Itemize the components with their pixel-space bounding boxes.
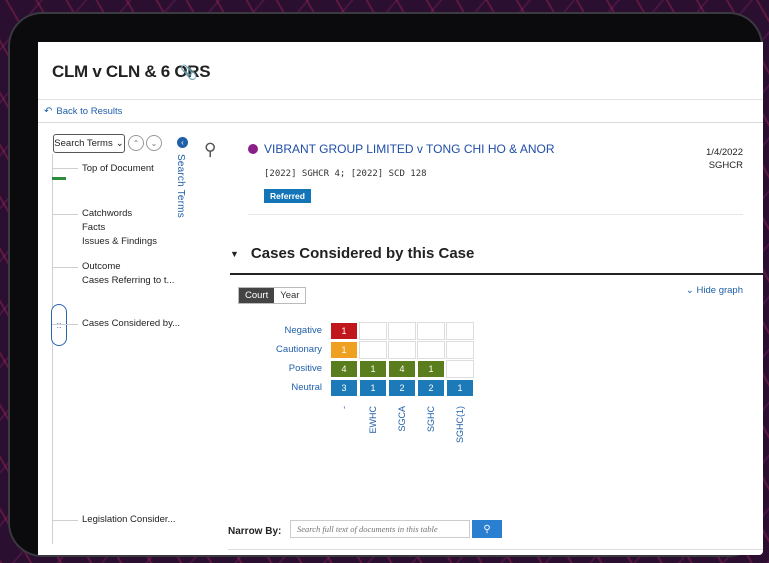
column-label: SGCA [397,406,407,432]
caret-down-icon: ▼ [230,249,239,260]
divider [38,99,763,100]
row-label-positive: Positive [288,363,322,374]
graph-cell [417,341,445,359]
toggle-year[interactable]: Year [274,288,305,303]
column-label: - [339,406,349,409]
column-label: SGHC(1) [455,406,465,444]
previous-term-icon[interactable]: ⌃ [128,135,144,151]
chevron-down-icon: ⌄ [685,285,694,296]
graph-cell[interactable]: 4 [330,360,358,378]
next-term-icon[interactable]: ⌄ [146,135,162,151]
case-court: SGHCR [708,160,743,171]
case-date-value: 1/4/2022 [706,147,743,158]
collapse-panel-icon[interactable]: ‹ [177,137,188,148]
narrow-by-label: Narrow By: [228,526,282,537]
case-title-link[interactable]: VIBRANT GROUP LIMITED v TONG CHI HO & AN… [264,142,555,156]
current-position-marker [52,177,66,180]
outline-item-catchwords[interactable]: Catchwords [82,208,132,219]
outline-item-cases-referring[interactable]: Cases Referring to t... [82,275,174,286]
graph-cell[interactable]: 1 [417,360,445,378]
outline-scroll-handle[interactable]: :: [51,304,67,346]
divider [38,122,763,123]
outline-item-top-of-document[interactable]: Top of Document [82,163,154,174]
graph-cell [359,341,387,359]
graph-cell [417,322,445,340]
case-status-icon [248,144,258,154]
section-divider [230,273,763,275]
narrow-search-button[interactable]: ⚲ [472,520,502,538]
tablet-frame: CLM v CLN & 6 ORS 📎 ↶ Back to Results Sea… [8,12,763,557]
hide-graph-label: Hide graph [696,285,743,296]
graph-cell [388,341,416,359]
search-terms-label: Search Terms [54,138,113,149]
outline-item-facts[interactable]: Facts [82,222,105,233]
section-heading[interactable]: ▼ Cases Considered by this Case [230,245,474,262]
narrow-search-input[interactable] [290,520,470,538]
outline-tick [52,168,78,169]
search-terms-dropdown[interactable]: Search Terms ⌄ [53,134,125,153]
app-screen: CLM v CLN & 6 ORS 📎 ↶ Back to Results Sea… [38,42,763,555]
graph-cell[interactable]: 1 [359,360,387,378]
graph-mode-toggle: Court Year [238,287,307,304]
outline-tick [52,214,78,215]
hide-graph-link[interactable]: ⌄ Hide graph [686,285,743,296]
outline-tick [52,520,78,521]
graph-cell[interactable]: 1 [359,379,387,397]
back-label: Back to Results [56,106,123,117]
graph-cell[interactable]: 2 [417,379,445,397]
case-date: 1/4/2022 SGHCR [706,146,743,172]
row-label-cautionary: Cautionary [276,344,322,355]
graph-cell[interactable]: 4 [388,360,416,378]
outline-track [52,154,53,544]
graph-cell[interactable]: 2 [388,379,416,397]
graph-cell[interactable]: 1 [330,341,358,359]
search-icon: ⚲ [483,523,491,535]
outline-item-issues-findings[interactable]: Issues & Findings [82,236,157,247]
divider [248,214,743,215]
outline-item-cases-considered[interactable]: Cases Considered by... [82,318,180,329]
case-citation: [2022] SGHCR 4; [2022] SCD 128 [264,169,427,179]
row-label-neutral: Neutral [291,382,322,393]
graph-cell [446,360,474,378]
outline-item-outcome[interactable]: Outcome [82,261,121,272]
outline-tick [52,267,78,268]
search-terms-tab[interactable]: Search Terms [175,154,186,218]
chevron-down-icon: ⌄ [115,138,124,149]
paperclip-icon[interactable]: 📎 [180,64,197,81]
column-label: SGHC [426,406,436,433]
row-label-negative: Negative [284,325,323,336]
column-label: EWHC [368,406,378,434]
divider [228,549,763,550]
graph-cell[interactable]: 1 [446,379,474,397]
back-to-results-link[interactable]: ↶ Back to Results [44,106,122,117]
status-badge: Referred [264,189,311,203]
section-title: Cases Considered by this Case [250,245,475,262]
outline-item-legislation[interactable]: Legislation Consider... [82,514,175,525]
graph-cell[interactable]: 3 [330,379,358,397]
graph-cell [446,322,474,340]
back-arrow-icon: ↶ [44,106,53,117]
outline-tick [52,324,78,325]
graph-cell [388,322,416,340]
graph-cell [359,322,387,340]
search-icon[interactable]: ⚲ [204,140,216,160]
toggle-court[interactable]: Court [239,288,275,303]
graph-cell [446,341,474,359]
graph-cell[interactable]: 1 [330,322,358,340]
